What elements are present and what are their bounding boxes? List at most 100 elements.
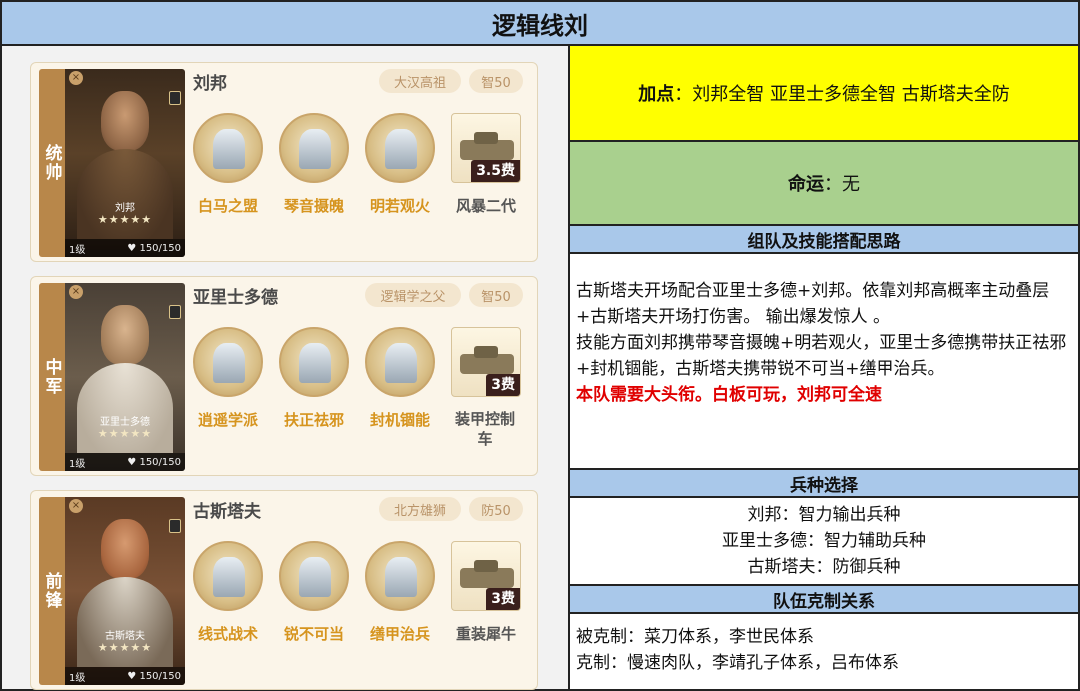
hero-portrait[interactable]: × 亚里士多德 ★★★★★ 1级 ♥ 150/150 (65, 283, 185, 471)
hero-name: 古斯塔夫 (193, 502, 261, 522)
hero-head-art (101, 305, 149, 365)
hero-title-tag: 逻辑学之父 (365, 283, 461, 307)
hero-card-aristotle[interactable]: 中军 × 亚里士多德 ★★★★★ 1级 ♥ 150/150 亚里士多德 逻辑学之… (30, 276, 538, 476)
troops-body: 刘邦：智力输出兵种 亚里士多德：智力辅助兵种 古斯塔夫：防御兵种 (570, 498, 1078, 586)
fate-sep: ： (824, 174, 842, 195)
heart-icon: ♥ (127, 456, 137, 468)
fate-label: 命运 (788, 174, 824, 195)
hero-portrait[interactable]: × 古斯塔夫 ★★★★★ 1级 ♥ 150/150 (65, 497, 185, 685)
portrait-name: 刘邦 (115, 203, 135, 214)
skill-icon-1[interactable] (193, 113, 263, 183)
hero-title-tag: 大汉高祖 (379, 69, 461, 93)
skill-label-1: 逍遥学派 (197, 411, 258, 429)
troop-line-2: 亚里士多德：智力辅助兵种 (722, 531, 926, 551)
portrait-footer: 1级 ♥ 150/150 (65, 239, 185, 257)
points-text: 刘邦全智 亚里士多德全智 古斯塔夫全防 (692, 84, 1010, 105)
hp-group: ♥ 150/150 (127, 671, 181, 682)
page: 逻辑线刘 统帅 × 刘邦 ★★★★★ 1级 ♥ 150/150 刘邦 大汉高祖 … (0, 0, 1080, 691)
vehicle-label: 风暴二代 (455, 197, 516, 215)
hero-head-art (101, 91, 149, 151)
hp-text: 150/150 (139, 456, 181, 468)
star-rating: ★★★★★ (97, 641, 153, 654)
skill-label-1: 线式战术 (197, 625, 258, 643)
hero-stat-tag: 智50 (469, 283, 523, 307)
strategy-para-1: 古斯塔夫开场配合亚里士多德+刘邦。依靠刘邦高概率主动叠层+古斯塔夫开场打伤害。 … (576, 281, 1050, 327)
hero-name: 刘邦 (193, 74, 227, 94)
hero-lineup-panel: 统帅 × 刘邦 ★★★★★ 1级 ♥ 150/150 刘邦 大汉高祖 智50 白… (2, 46, 570, 690)
level-text: 1级 (69, 458, 86, 470)
points-row: 加点：刘邦全智 亚里士多德全智 古斯塔夫全防 (570, 46, 1078, 142)
skill-icon-2[interactable] (279, 113, 349, 183)
vehicle-tank-icon[interactable]: 3.5费 (451, 113, 521, 183)
portrait-footer: 1级 ♥ 150/150 (65, 453, 185, 471)
points-sep: ： (674, 84, 693, 105)
skill-label-3: 封机锢能 (369, 411, 430, 429)
strategy-body: 古斯塔夫开场配合亚里士多德+刘邦。依靠刘邦高概率主动叠层+古斯塔夫开场打伤害。 … (570, 254, 1078, 470)
countered-by-text: 被克制：菜刀体系，李世民体系 (576, 627, 814, 647)
role-label: 中军 (39, 283, 65, 471)
hero-stat-tag: 智50 (469, 69, 523, 93)
skill-icon-3[interactable] (365, 327, 435, 397)
skill-icon-1[interactable] (193, 541, 263, 611)
vehicle-label: 重装犀牛 (455, 625, 516, 643)
hero-portrait[interactable]: × 刘邦 ★★★★★ 1级 ♥ 150/150 (65, 69, 185, 257)
skill-icon-3[interactable] (365, 541, 435, 611)
skill-icon-1[interactable] (193, 327, 263, 397)
shield-icon (169, 519, 181, 533)
counter-header: 队伍克制关系 (570, 586, 1078, 614)
hero-card-gustav[interactable]: 前锋 × 古斯塔夫 ★★★★★ 1级 ♥ 150/150 古斯塔夫 北方雄狮 防… (30, 490, 538, 690)
hp-group: ♥ 150/150 (127, 457, 181, 468)
heart-icon: ♥ (127, 670, 137, 682)
hero-title-tag: 北方雄狮 (379, 497, 461, 521)
portrait-name: 亚里士多德 (100, 417, 150, 428)
points-label: 加点 (638, 84, 675, 105)
counter-body: 被克制：菜刀体系，李世民体系 克制：慢速肉队，李靖孔子体系，吕布体系 (570, 614, 1078, 689)
fate-row: 命运：无 (570, 142, 1078, 226)
vehicle-label: 装甲控制车 (454, 410, 515, 448)
role-label: 前锋 (39, 497, 65, 685)
strategy-panel: 加点：刘邦全智 亚里士多德全智 古斯塔夫全防 命运：无 组队及技能搭配思路 古斯… (570, 46, 1078, 689)
hero-stat-tag: 防50 (469, 497, 523, 521)
skill-label-2: 锐不可当 (283, 625, 344, 643)
hp-text: 150/150 (139, 242, 181, 254)
hp-text: 150/150 (139, 670, 181, 682)
skill-label-3: 缮甲治兵 (369, 625, 430, 643)
shield-icon (169, 305, 181, 319)
troop-line-1: 刘邦：智力输出兵种 (747, 505, 901, 525)
level-text: 1级 (69, 672, 86, 684)
heart-icon: ♥ (127, 242, 137, 254)
close-icon[interactable]: × (69, 499, 83, 513)
troops-header: 兵种选择 (570, 470, 1078, 498)
cost-badge: 3费 (486, 374, 520, 396)
skill-label-1: 白马之盟 (197, 197, 258, 215)
cost-badge: 3.5费 (471, 160, 520, 182)
close-icon[interactable]: × (69, 285, 83, 299)
strategy-note: 本队需要大头衔。白板可玩，刘邦可全速 (576, 385, 882, 405)
shield-icon (169, 91, 181, 105)
vehicle-heavy-tank-icon[interactable]: 3费 (451, 541, 521, 611)
skill-label-3: 明若观火 (369, 197, 430, 215)
star-rating: ★★★★★ (97, 213, 153, 226)
skill-icon-2[interactable] (279, 327, 349, 397)
skill-label-2: 琴音摄魄 (283, 197, 344, 215)
hero-head-art (101, 519, 149, 579)
skill-label-2: 扶正祛邪 (283, 411, 344, 429)
hero-card-liubang[interactable]: 统帅 × 刘邦 ★★★★★ 1级 ♥ 150/150 刘邦 大汉高祖 智50 白… (30, 62, 538, 262)
star-rating: ★★★★★ (97, 427, 153, 440)
vehicle-armored-car-icon[interactable]: 3费 (451, 327, 521, 397)
close-icon[interactable]: × (69, 71, 83, 85)
level-text: 1级 (69, 244, 86, 256)
strategy-para-2: 技能方面刘邦携带琴音摄魄+明若观火，亚里士多德携带扶正祛邪+封机锢能，古斯塔夫携… (576, 333, 1067, 379)
cost-badge: 3费 (486, 588, 520, 610)
role-label: 统帅 (39, 69, 65, 257)
troop-line-3: 古斯塔夫：防御兵种 (747, 557, 901, 577)
counters-text: 克制：慢速肉队，李靖孔子体系，吕布体系 (576, 653, 899, 673)
portrait-footer: 1级 ♥ 150/150 (65, 667, 185, 685)
portrait-name: 古斯塔夫 (105, 631, 145, 642)
skill-icon-2[interactable] (279, 541, 349, 611)
fate-text: 无 (842, 174, 860, 195)
page-title: 逻辑线刘 (2, 2, 1078, 46)
skill-icon-3[interactable] (365, 113, 435, 183)
hp-group: ♥ 150/150 (127, 243, 181, 254)
hero-name: 亚里士多德 (193, 288, 278, 308)
